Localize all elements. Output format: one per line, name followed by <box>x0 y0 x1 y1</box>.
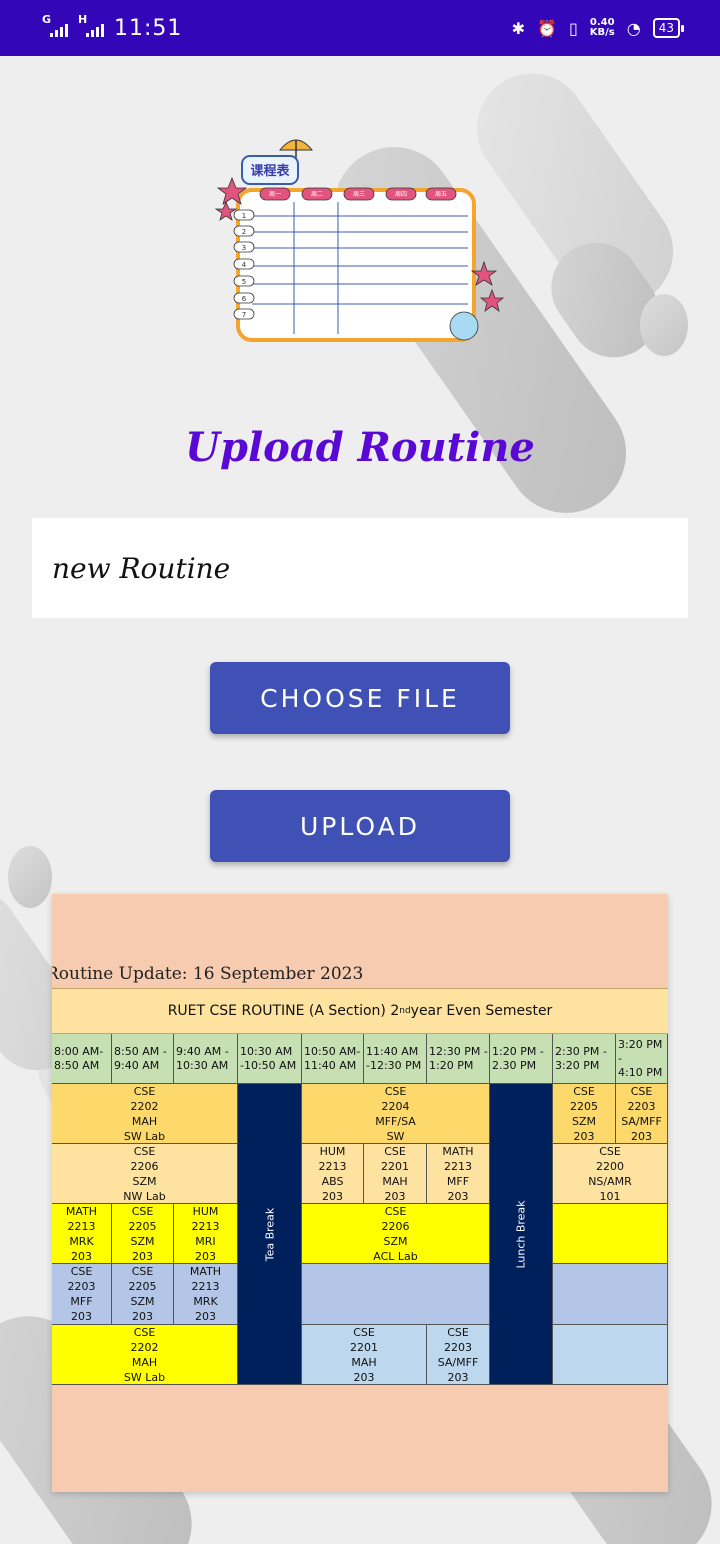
routine-preview-image: Routine Update: 16 September 2023 RUET C… <box>52 894 668 1492</box>
svg-text:7: 7 <box>242 311 246 319</box>
class-cell: CSE 2202 MAH SW Lab <box>52 1084 238 1144</box>
svg-text:2: 2 <box>242 228 246 236</box>
routine-table: 8:00 AM- 8:50 AM 8:50 AM -9:40 AM 9:40 AM -… <box>52 1034 668 1385</box>
alarm-icon: ⏰ <box>537 18 557 38</box>
svg-text:周四: 周四 <box>395 191 407 198</box>
svg-text:6: 6 <box>242 295 247 303</box>
time-slot-header: 3:20 PM -4:10 PM <box>616 1034 668 1084</box>
vibrate-icon: ▯ <box>568 18 578 38</box>
class-cell: CSE 2202 MAH SW Lab <box>52 1325 238 1385</box>
routine-name-input[interactable] <box>32 518 688 618</box>
svg-text:3: 3 <box>242 244 246 252</box>
class-cell: CSE 2200 NS/AMR 101 <box>553 1144 668 1204</box>
illus-badge: 课程表 <box>250 163 290 179</box>
time-slot-header: 10:50 AM- 11:40 AM <box>302 1034 364 1084</box>
time-slot-header: 12:30 PM -1:20 PM <box>427 1034 490 1084</box>
svg-text:5: 5 <box>242 278 246 286</box>
time-slot-header: 9:40 AM -10:30 AM <box>174 1034 238 1084</box>
status-bar: G H 11:51 ✱ ⏰ ▯ 0.40 KB/s ◔ 43 <box>0 0 720 56</box>
wifi-icon: ◔ <box>626 18 641 38</box>
svg-text:1: 1 <box>242 212 246 220</box>
class-cell: MATH 2213 MRK 203 <box>52 1204 112 1264</box>
routine-heading: RUET CSE ROUTINE (A Section) 2nd year Ev… <box>52 988 668 1034</box>
battery-icon: 43 <box>652 18 685 38</box>
routine-update-line: Routine Update: 16 September 2023 <box>52 964 364 984</box>
tea-break-column: Tea Break <box>238 1084 302 1385</box>
class-cell: CSE 2203 SA/MFF 203 <box>616 1084 668 1144</box>
bluetooth-icon: ✱ <box>511 18 526 38</box>
class-cell: CSE 2201 MAH 203 <box>302 1325 427 1385</box>
class-cell <box>553 1325 668 1385</box>
time-slot-header: 1:20 PM -2.30 PM <box>490 1034 553 1084</box>
time-slot-header: 2:30 PM -3:20 PM <box>553 1034 616 1084</box>
svg-text:4: 4 <box>242 261 247 269</box>
clock: 11:51 <box>114 15 183 41</box>
time-slot-header: 11:40 AM -12:30 PM <box>364 1034 427 1084</box>
class-cell: MATH 2213 MRK 203 <box>174 1264 238 1325</box>
class-cell <box>553 1204 668 1264</box>
page-title: Upload Routine <box>185 424 535 471</box>
class-cell <box>553 1264 668 1325</box>
svg-text:周一: 周一 <box>269 191 281 198</box>
svg-text:周三: 周三 <box>353 191 365 198</box>
class-cell: CSE 2203 MFF 203 <box>52 1264 112 1325</box>
timetable-illustration: 课程表 周一 周二 周三 周四 周五 1 2 3 4 5 6 7 <box>214 139 505 342</box>
class-cell: MATH 2213 MFF 203 <box>427 1144 490 1204</box>
upload-button[interactable]: UPLOAD <box>210 790 510 862</box>
class-cell: CSE 2205 SZM 203 <box>112 1204 174 1264</box>
svg-text:周二: 周二 <box>311 191 323 198</box>
class-cell: HUM 2213 ABS 203 <box>302 1144 364 1204</box>
signal-icon: G <box>42 13 68 37</box>
class-cell: CSE 2205 SZM 203 <box>112 1264 174 1325</box>
signal-icon: H <box>78 13 104 37</box>
choose-file-button[interactable]: CHOOSE FILE <box>210 662 510 734</box>
class-cell: CSE 2201 MAH 203 <box>364 1144 427 1204</box>
class-cell <box>302 1264 490 1325</box>
network-speed: 0.40 KB/s <box>589 17 615 38</box>
class-cell: CSE 2206 SZM NW Lab <box>52 1144 238 1204</box>
class-cell: CSE 2206 SZM ACL Lab <box>302 1204 490 1264</box>
time-slot-header: 8:00 AM- 8:50 AM <box>52 1034 112 1084</box>
time-slot-header: 10:30 AM -10:50 AM <box>238 1034 302 1084</box>
class-cell: CSE 2205 SZM 203 <box>553 1084 616 1144</box>
time-slot-header: 8:50 AM -9:40 AM <box>112 1034 174 1084</box>
class-cell: CSE 2204 MFF/SA SW <box>302 1084 490 1144</box>
svg-text:周五: 周五 <box>435 191 447 198</box>
class-cell: HUM 2213 MRI 203 <box>174 1204 238 1264</box>
class-cell: CSE 2203 SA/MFF 203 <box>427 1325 490 1385</box>
lunch-break-column: Lunch Break <box>490 1084 553 1385</box>
